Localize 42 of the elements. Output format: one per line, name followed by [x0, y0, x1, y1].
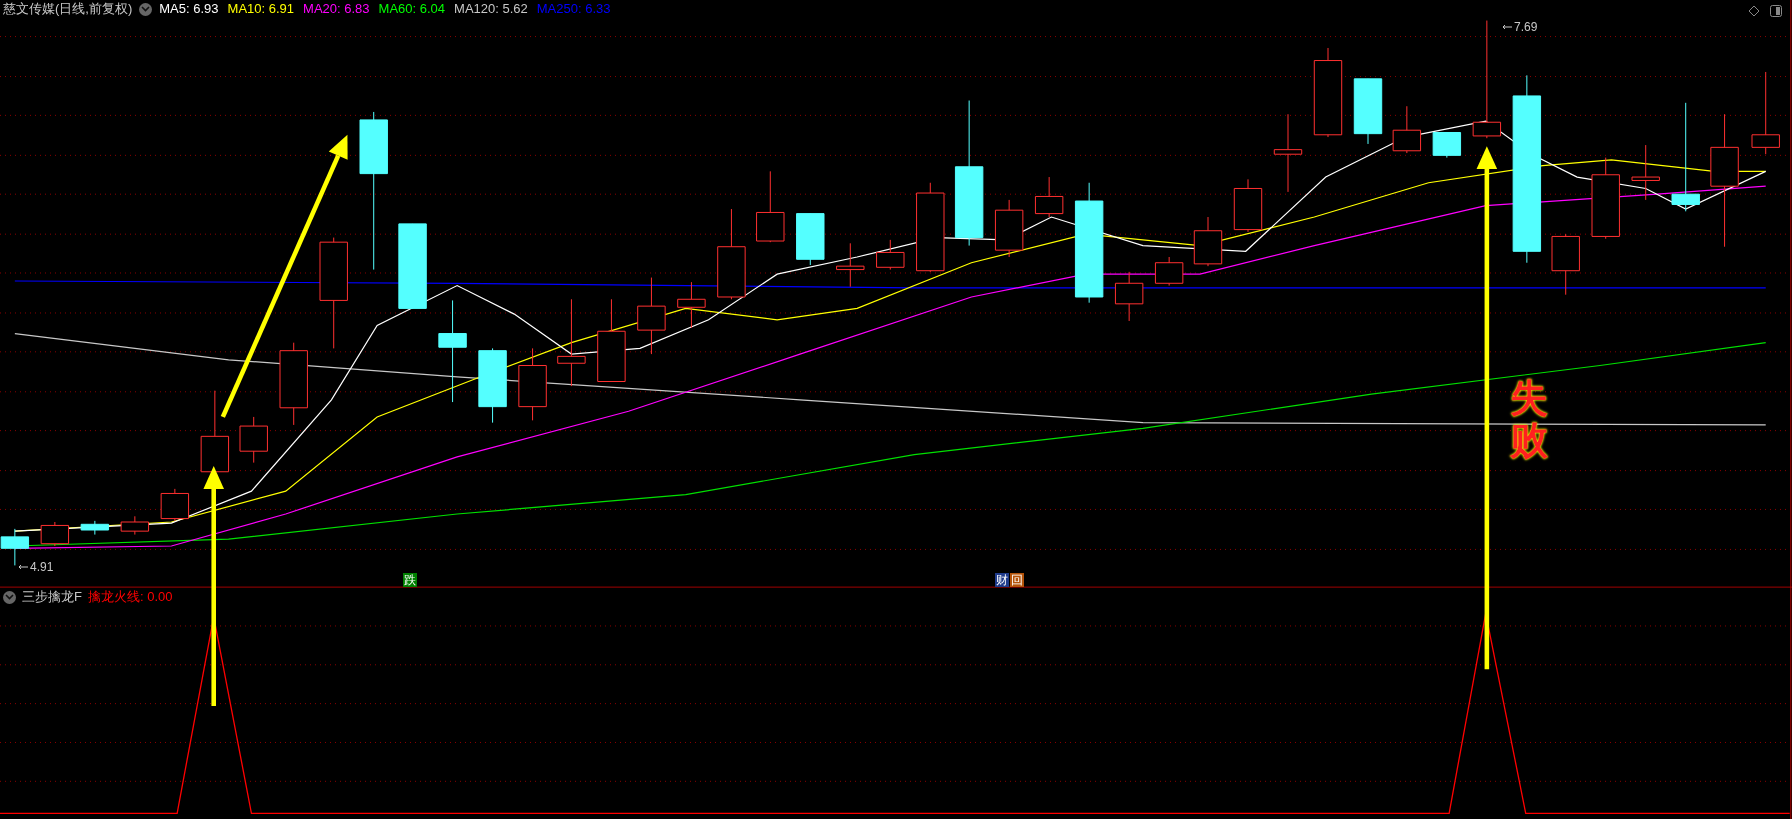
indicator-value: MA5: 6.93 [159, 1, 219, 17]
candlestick [836, 242, 865, 288]
candlestick [239, 416, 268, 464]
indicator-value: MA120: 5.62 [454, 1, 528, 17]
dropdown-icon[interactable] [3, 590, 16, 604]
candlestick [1114, 271, 1144, 322]
candlestick [1233, 178, 1263, 233]
candlestick [1154, 256, 1184, 287]
candlestick [1551, 233, 1580, 296]
indicator-value: 擒龙火线: 0.00 [87, 589, 173, 605]
pointer-arrow-icon [1502, 24, 1512, 30]
candlestick [876, 239, 905, 271]
candlestick [994, 199, 1024, 258]
candlestick [1353, 78, 1383, 145]
candlestick [40, 521, 70, 547]
candlestick [1432, 132, 1462, 159]
candlestick [120, 515, 150, 536]
dropdown-icon[interactable] [139, 2, 153, 16]
indicator-value: MA20: 6.83 [303, 1, 370, 17]
event-marker[interactable]: 回 [1010, 573, 1024, 587]
indicator-value: MA10: 6.91 [227, 1, 295, 17]
candlestick [1034, 176, 1064, 218]
candlestick [677, 281, 706, 329]
event-marker[interactable]: 财 [995, 573, 1009, 587]
candlestick [796, 213, 825, 266]
candlestick [0, 528, 30, 566]
candlestick [1193, 216, 1223, 267]
price-label: 4.91 [30, 559, 54, 576]
event-marker[interactable]: 跌 [403, 573, 417, 587]
annotation-text: 失败 [1510, 378, 1548, 462]
candlestick [80, 520, 110, 536]
diamond-icon[interactable] [1748, 5, 1760, 17]
indicator-value: MA250: 6.33 [536, 1, 611, 17]
indicator-value: MA60: 6.04 [378, 1, 446, 17]
chart-title: 慈文传媒(日线,前复权) [3, 1, 133, 17]
candlestick [1392, 105, 1422, 154]
candlestick [1631, 144, 1660, 201]
pointer-arrow-icon [18, 564, 28, 570]
indicator-title: 三步擒龙F [22, 589, 82, 605]
candlestick [160, 488, 190, 522]
price-label: 7.69 [1514, 19, 1538, 36]
panel-toggle-icon[interactable] [1770, 5, 1782, 17]
